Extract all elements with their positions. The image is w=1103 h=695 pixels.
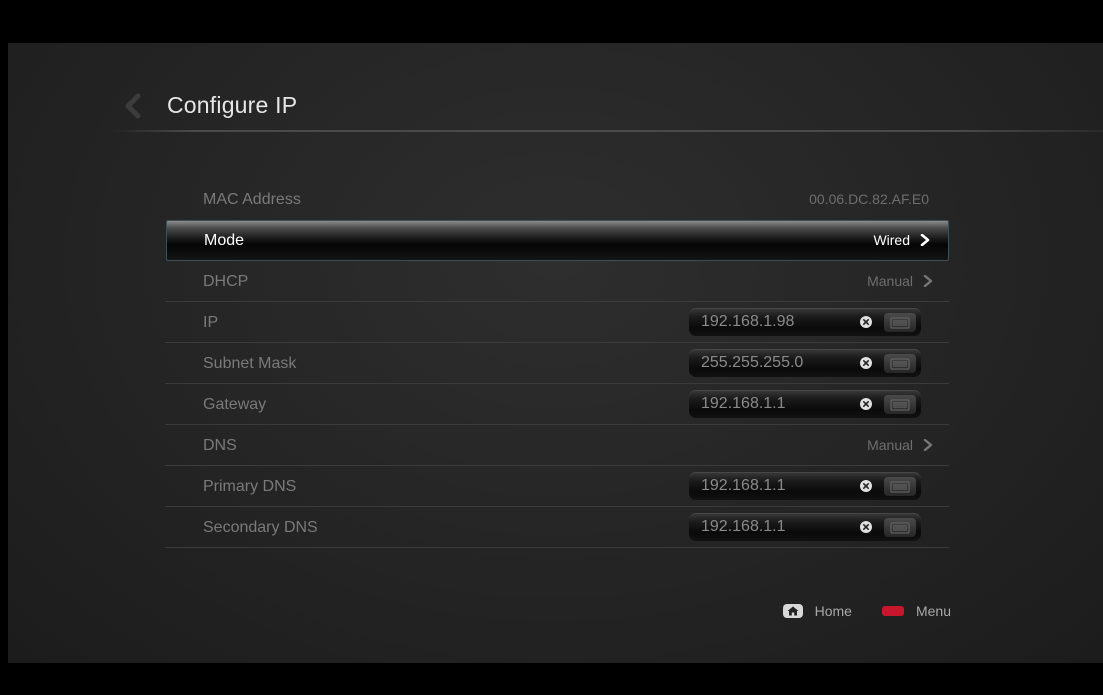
clear-icon[interactable]	[860, 480, 872, 492]
row-label: IP	[203, 314, 219, 331]
footer-hints: Home Menu	[782, 603, 951, 619]
keyboard-icon[interactable]	[884, 477, 916, 496]
page-title: Configure IP	[167, 92, 298, 118]
chevron-left-icon[interactable]	[121, 93, 147, 119]
settings-list: MAC Address 00.06.DC.82.AF.E0 Mode Wired…	[165, 179, 949, 548]
clear-icon[interactable]	[860, 521, 872, 533]
row-label: Primary DNS	[203, 478, 297, 495]
row-mac-address: MAC Address 00.06.DC.82.AF.E0	[165, 179, 949, 220]
row-label: Gateway	[203, 396, 267, 413]
menu-label[interactable]: Menu	[916, 603, 951, 619]
row-primary-dns: Primary DNS 192.168.1.1	[165, 466, 949, 507]
row-label: Mode	[204, 232, 245, 249]
chevron-right-icon	[923, 439, 933, 451]
dhcp-value-text: Manual	[867, 273, 913, 289]
chevron-right-icon	[920, 234, 930, 246]
red-button-icon	[881, 606, 904, 616]
mode-value-text: Wired	[873, 232, 910, 248]
dhcp-value[interactable]: Manual	[867, 273, 933, 289]
dns-value-text: Manual	[867, 437, 913, 453]
chevron-right-icon	[923, 275, 933, 287]
home-icon	[782, 604, 803, 618]
keyboard-icon[interactable]	[884, 354, 916, 373]
row-dns[interactable]: DNS Manual	[165, 425, 949, 466]
primary-dns-value[interactable]: 192.168.1.1	[701, 477, 786, 495]
secondary-dns-field[interactable]: 192.168.1.1	[689, 513, 921, 541]
primary-dns-field[interactable]: 192.168.1.1	[689, 472, 921, 500]
home-label[interactable]: Home	[815, 603, 852, 619]
row-label: DNS	[203, 437, 237, 454]
row-subnet-mask: Subnet Mask 255.255.255.0	[165, 343, 949, 384]
clear-icon[interactable]	[860, 357, 872, 369]
ip-field[interactable]: 192.168.1.98	[689, 308, 921, 336]
title-divider	[112, 130, 1103, 132]
mac-address-value: 00.06.DC.82.AF.E0	[809, 191, 929, 207]
row-label: DHCP	[203, 273, 249, 290]
secondary-dns-value[interactable]: 192.168.1.1	[701, 518, 786, 536]
keyboard-icon[interactable]	[884, 518, 916, 537]
subnet-mask-value[interactable]: 255.255.255.0	[701, 354, 803, 372]
row-dhcp[interactable]: DHCP Manual	[165, 261, 949, 302]
mode-value[interactable]: Wired	[873, 232, 930, 248]
settings-screen: Configure IP MAC Address 00.06.DC.82.AF.…	[8, 43, 1103, 663]
clear-icon[interactable]	[860, 398, 872, 410]
clear-icon[interactable]	[860, 316, 872, 328]
gateway-field[interactable]: 192.168.1.1	[689, 390, 921, 418]
row-secondary-dns: Secondary DNS 192.168.1.1	[165, 507, 949, 548]
row-label: Subnet Mask	[203, 355, 297, 372]
ip-value[interactable]: 192.168.1.98	[701, 313, 794, 331]
dns-value[interactable]: Manual	[867, 437, 933, 453]
row-mode[interactable]: Mode Wired	[166, 220, 949, 261]
subnet-mask-field[interactable]: 255.255.255.0	[689, 349, 921, 377]
row-label: MAC Address	[203, 191, 301, 208]
gateway-value[interactable]: 192.168.1.1	[701, 395, 786, 413]
row-gateway: Gateway 192.168.1.1	[165, 384, 949, 425]
row-ip: IP 192.168.1.98	[165, 302, 949, 343]
keyboard-icon[interactable]	[884, 395, 916, 414]
keyboard-icon[interactable]	[884, 313, 916, 332]
row-label: Secondary DNS	[203, 519, 318, 536]
